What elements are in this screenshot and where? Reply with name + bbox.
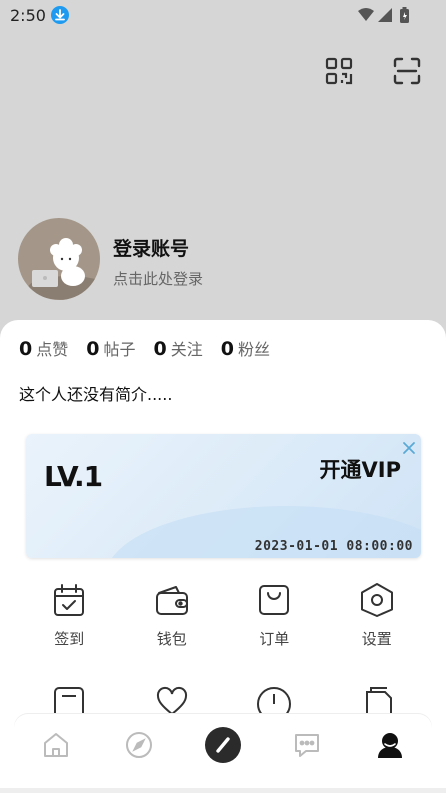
status-icons <box>356 6 416 28</box>
vip-card[interactable]: LV.1 开通VIP 2023-01-01 08:00:00 <box>26 434 421 558</box>
stat-label: 关注 <box>170 340 203 359</box>
menu-item-settings[interactable]: 设置 <box>326 582 429 649</box>
stat-number: 0 <box>220 338 234 360</box>
heart-icon[interactable] <box>121 684 224 714</box>
bottom-nav <box>14 714 432 776</box>
stat-number: 0 <box>86 338 100 360</box>
close-icon[interactable] <box>401 440 417 456</box>
download-icon <box>51 6 69 24</box>
vip-date: 2023-01-01 08:00:00 <box>254 539 413 554</box>
pen-icon[interactable] <box>203 725 243 765</box>
stat-likes[interactable]: 0 点赞 <box>19 336 68 360</box>
profile-icon[interactable] <box>370 725 410 765</box>
calendar-check-icon <box>51 582 87 618</box>
status-time: 2:50 <box>10 6 46 25</box>
battery-icon <box>400 7 409 23</box>
menu-item-wallet[interactable]: 钱包 <box>121 582 224 649</box>
menu-item-checkin[interactable]: 签到 <box>18 582 121 649</box>
home-indicator <box>0 788 446 793</box>
vip-open-button[interactable]: 开通VIP <box>320 454 401 484</box>
menu-label: 钱包 <box>156 630 187 648</box>
login-subtitle[interactable]: 点击此处登录 <box>113 268 203 289</box>
menu-label: 签到 <box>54 630 85 648</box>
stat-number: 0 <box>153 338 167 360</box>
stat-posts[interactable]: 0 帖子 <box>86 336 135 360</box>
stat-following[interactable]: 0 关注 <box>154 336 203 360</box>
vip-level: LV.1 <box>44 460 103 493</box>
menu-grid-row-2 <box>18 684 428 714</box>
avatar[interactable] <box>18 218 100 300</box>
bio-text: 这个人还没有简介..... <box>19 385 173 404</box>
stat-followers[interactable]: 0 粉丝 <box>221 336 270 360</box>
stat-label: 点赞 <box>36 340 69 359</box>
document-icon[interactable] <box>18 684 121 714</box>
qr-code-icon[interactable] <box>324 56 354 86</box>
status-bar: 2:50 <box>0 0 446 30</box>
stat-label: 帖子 <box>103 340 136 359</box>
menu-grid: 签到 钱包 订单 设置 <box>18 582 428 649</box>
wifi-icon <box>358 8 374 21</box>
scan-icon[interactable] <box>392 56 422 86</box>
clock-icon[interactable] <box>223 684 326 714</box>
stats-row: 0 点赞 0 帖子 0 关注 0 粉丝 <box>19 336 270 360</box>
signal-icon <box>378 8 392 22</box>
menu-item-orders[interactable]: 订单 <box>223 582 326 649</box>
shopping-bag-icon <box>256 582 292 618</box>
wallet-icon <box>154 582 190 618</box>
login-title[interactable]: 登录账号 <box>113 234 189 261</box>
chat-icon[interactable] <box>287 725 327 765</box>
menu-label: 设置 <box>361 630 392 648</box>
files-icon[interactable] <box>326 684 429 714</box>
home-icon[interactable] <box>36 725 76 765</box>
compass-icon[interactable] <box>119 725 159 765</box>
stat-label: 粉丝 <box>237 340 270 359</box>
stat-number: 0 <box>19 338 33 360</box>
menu-label: 订单 <box>259 630 290 648</box>
top-actions <box>324 56 422 86</box>
settings-hexagon-icon <box>359 582 395 618</box>
